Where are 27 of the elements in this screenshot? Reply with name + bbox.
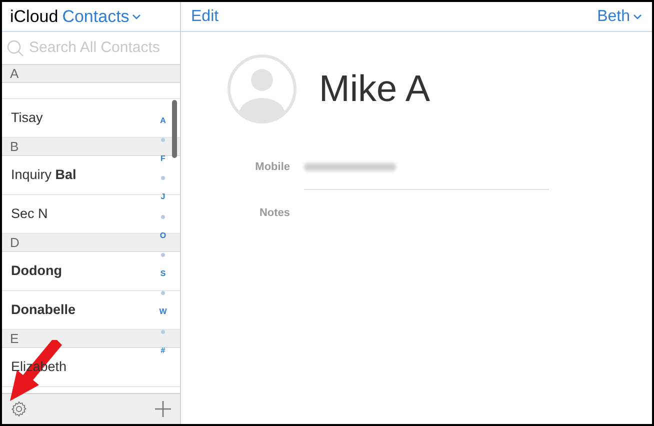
index-letter[interactable]: W [159, 306, 167, 318]
index-letter[interactable]: A [160, 114, 166, 127]
contact-item[interactable]: Sec N [11, 204, 48, 224]
contact-item[interactable]: Tisay [11, 108, 43, 128]
contact-item[interactable]: Inquiry Bal [11, 164, 76, 186]
index-letter[interactable]: O [160, 230, 166, 242]
chevron-icon [132, 14, 142, 20]
field-label: Notes [258, 206, 291, 221]
contacts-menu[interactable]: Contacts [62, 4, 142, 30]
avatar-icon [227, 54, 297, 124]
contact-item[interactable]: Dodong [11, 260, 62, 282]
add-icon[interactable] [154, 400, 172, 418]
section-header: B [2, 138, 180, 156]
section-header: A [2, 65, 180, 83]
index-letter[interactable]: S [160, 268, 166, 280]
index-letter[interactable]: J [160, 191, 166, 204]
search-icon [7, 40, 24, 56]
account-menu[interactable]: Beth [597, 4, 642, 28]
contact-name: Mike A [319, 67, 430, 112]
settings-icon[interactable] [10, 400, 28, 418]
edit-button[interactable]: Edit [191, 4, 219, 28]
chevron-icon [633, 14, 642, 20]
field-label: Mobile [254, 160, 291, 175]
contact-item[interactable]: Donabelle [11, 300, 76, 320]
scroll-bar[interactable] [172, 100, 177, 158]
app-title: iCloud [10, 6, 58, 28]
section-header: E [2, 330, 180, 348]
